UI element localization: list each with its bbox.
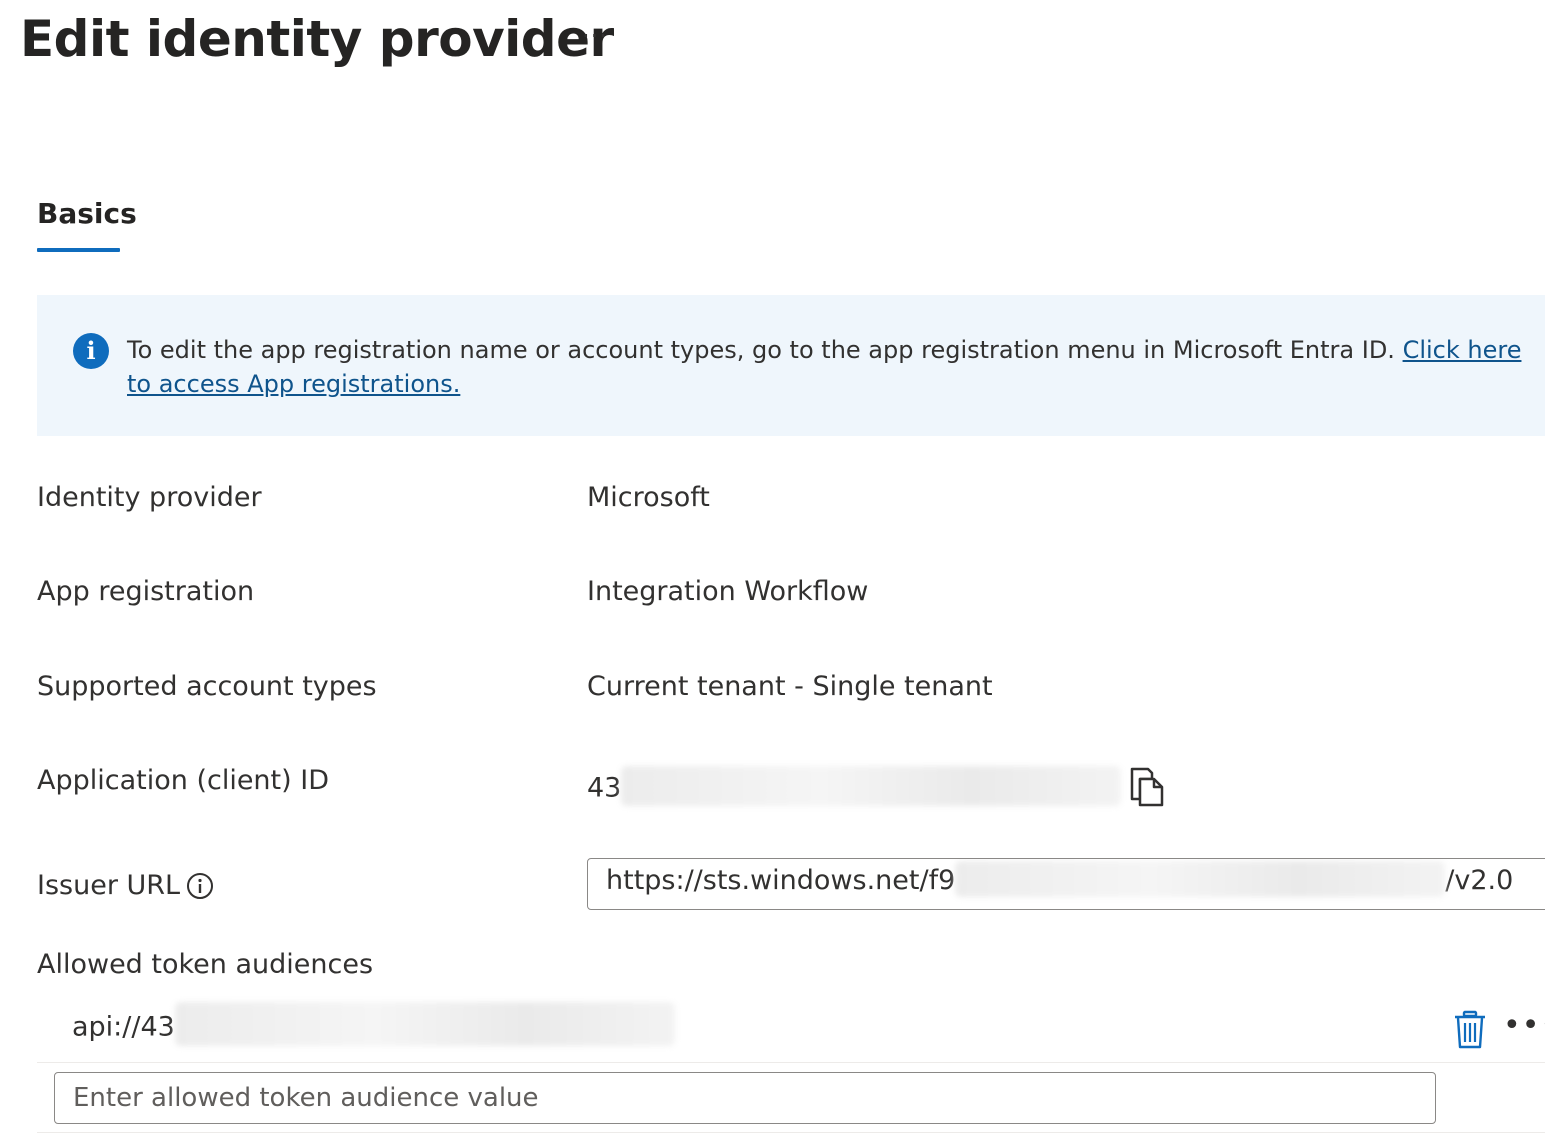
allowed-audiences-label: Allowed token audiences	[37, 949, 374, 980]
more-options-button[interactable]: ···	[582, 22, 608, 50]
redacted-client-id	[621, 766, 1122, 806]
info-message-body: To edit the app registration name or acc…	[127, 336, 1403, 364]
tab-selected-indicator	[37, 248, 120, 252]
issuer-url-label: Issuer URL	[37, 870, 181, 901]
account-types-label: Supported account types	[37, 671, 377, 702]
divider	[37, 1132, 1545, 1133]
issuer-url-input[interactable]: https://sts.windows.net/f9/v2.0	[587, 858, 1545, 910]
copy-icon[interactable]	[1128, 767, 1166, 807]
identity-provider-label: Identity provider	[37, 482, 262, 513]
issuer-url-suffix: /v2.0	[1445, 865, 1514, 896]
redacted-tenant-id	[955, 860, 1446, 897]
info-message-bar: i To edit the app registration name or a…	[37, 295, 1545, 436]
trash-icon[interactable]	[1453, 1010, 1487, 1050]
app-registration-label: App registration	[37, 576, 255, 607]
audience-prefix: api://43	[72, 1011, 175, 1043]
audience-input[interactable]	[54, 1072, 1436, 1124]
client-id-label: Application (client) ID	[37, 765, 330, 796]
edit-identity-provider-page: Edit identity provider ··· Basics i To e…	[0, 0, 1545, 1134]
audience-value: api://43	[72, 1002, 675, 1046]
audience-list-item: api://43 •••	[37, 1000, 1545, 1063]
issuer-url-info-icon[interactable]	[186, 872, 214, 900]
client-id-value: 43	[587, 766, 1122, 806]
issuer-url-prefix: https://sts.windows.net/f9	[606, 865, 956, 896]
info-icon: i	[73, 333, 109, 369]
client-id-prefix: 43	[587, 772, 622, 804]
info-message-text: To edit the app registration name or acc…	[127, 333, 1527, 401]
account-types-value: Current tenant - Single tenant	[587, 671, 993, 702]
tab-basics[interactable]: Basics	[37, 197, 137, 230]
audience-more-button[interactable]: •••	[1503, 1008, 1545, 1043]
identity-provider-value: Microsoft	[587, 482, 710, 513]
app-registration-value: Integration Workflow	[587, 576, 869, 607]
page-title: Edit identity provider	[20, 10, 614, 68]
redacted-audience	[174, 1002, 675, 1046]
